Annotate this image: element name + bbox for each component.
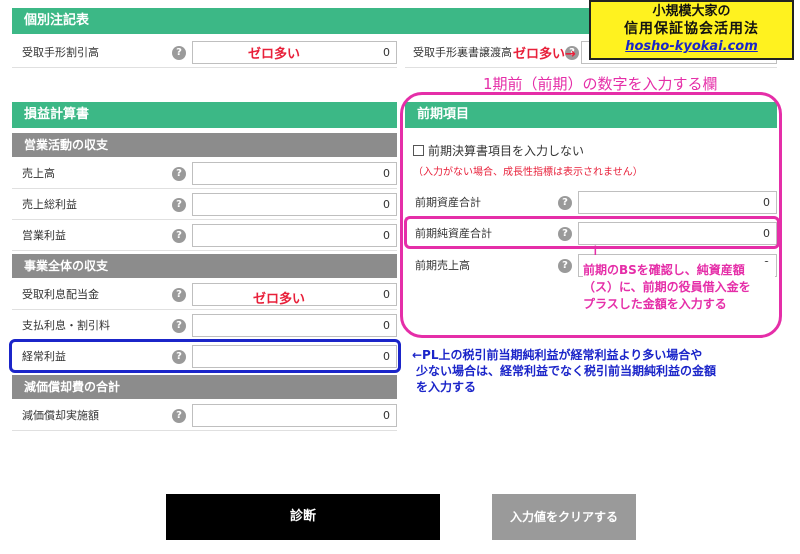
row-interest-dividend: 受取利息配当金 ? 0 — [12, 280, 397, 310]
sales-input[interactable]: 0 — [192, 162, 397, 185]
row-label: 受取手形裏書譲渡高 — [413, 46, 512, 59]
gross-profit-input[interactable]: 0 — [192, 193, 397, 216]
help-icon[interactable]: ? — [172, 198, 186, 212]
row-label: 受取利息配当金 — [22, 288, 99, 301]
note-line: 少ない場合は、経常利益でなく税引前当期純利益の金額 — [416, 364, 717, 378]
notes-section-title: 個別注記表 — [24, 13, 90, 28]
row-label: 営業利益 — [22, 229, 66, 242]
help-icon[interactable]: ? — [172, 409, 186, 423]
banner-url[interactable]: hosho-kyokai.com — [591, 38, 792, 56]
row-label: 売上総利益 — [22, 198, 77, 211]
depreciation-section-title: 減価償却費の合計 — [24, 380, 121, 394]
row-bills-discounted: 受取手形割引高 ? 0 — [12, 38, 397, 68]
row-gross-profit: 売上総利益 ? 0 — [12, 190, 397, 220]
prior-period-frame — [400, 92, 782, 338]
annotation-zero-many: ゼロ多い — [253, 292, 306, 307]
annotation-zero-many: ゼロ多い→ — [513, 43, 576, 62]
income-statement-title: 損益計算書 — [24, 107, 90, 122]
note-line: ←PL上の税引前当期純利益が経常利益より多い場合や — [412, 348, 703, 362]
help-icon[interactable]: ? — [172, 46, 186, 60]
annotation-zero-many: ゼロ多い — [248, 47, 301, 62]
ordinary-profit-highlight — [9, 339, 401, 373]
help-icon[interactable]: ? — [172, 167, 186, 181]
note-line: を入力する — [416, 380, 477, 394]
prior-period-caption: 1期前（前期）の数字を入力する欄 — [483, 75, 718, 93]
diagnose-button[interactable]: 診断 — [166, 494, 440, 540]
operating-section-header: 営業活動の収支 — [12, 133, 397, 157]
row-label: 受取手形割引高 — [22, 46, 99, 59]
ordinary-profit-note: ←PL上の税引前当期純利益が経常利益より多い場合や 少ない場合は、経常利益でなく… — [412, 347, 797, 395]
income-statement-header: 損益計算書 — [12, 102, 397, 128]
row-depreciation: 減価償却実施額 ? 0 — [12, 401, 397, 431]
site-banner: 小規模大家の 信用保証協会活用法 hosho-kyokai.com — [589, 0, 794, 60]
row-label: 支払利息・割引料 — [22, 319, 110, 332]
clear-inputs-button[interactable]: 入力値をクリアする — [492, 494, 636, 540]
row-sales: 売上高 ? 0 — [12, 159, 397, 189]
business-section-header: 事業全体の収支 — [12, 254, 397, 278]
interest-paid-input[interactable]: 0 — [192, 314, 397, 337]
row-operating-profit: 営業利益 ? 0 — [12, 221, 397, 251]
row-label: 売上高 — [22, 167, 55, 180]
depreciation-input[interactable]: 0 — [192, 404, 397, 427]
operating-section-title: 営業活動の収支 — [24, 138, 109, 152]
depreciation-section-header: 減価償却費の合計 — [12, 375, 397, 399]
annotation-text: ゼロ多い — [513, 47, 566, 62]
operating-profit-input[interactable]: 0 — [192, 224, 397, 247]
help-icon[interactable]: ? — [172, 319, 186, 333]
help-icon[interactable]: ? — [172, 288, 186, 302]
help-icon[interactable]: ? — [172, 229, 186, 243]
row-label: 減価償却実施額 — [22, 409, 99, 422]
arrow-right-icon: → — [565, 47, 576, 62]
business-section-title: 事業全体の収支 — [24, 259, 109, 273]
banner-line-2: 信用保証協会活用法 — [624, 21, 759, 37]
row-interest-paid: 支払利息・割引料 ? 0 — [12, 311, 397, 341]
banner-line-1: 小規模大家の — [652, 4, 731, 19]
